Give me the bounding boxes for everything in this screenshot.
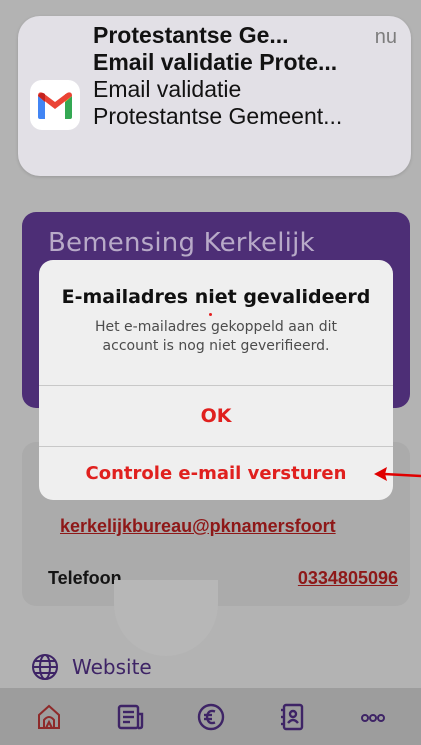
notification-time: nu: [374, 26, 397, 48]
email-link[interactable]: kerkelijkbureau@pknamersfoort: [60, 516, 410, 537]
app-screen: Bemensing Kerkelijk kerkelijkbureau@pkna…: [0, 0, 421, 745]
tab-bar: [0, 688, 421, 745]
push-notification[interactable]: Protestantse Ge... Email validatie Prote…: [18, 16, 411, 176]
tab-more[interactable]: [353, 697, 393, 737]
website-link[interactable]: Website: [30, 652, 152, 682]
red-dot-marker: [209, 313, 212, 316]
website-label: Website: [72, 655, 152, 679]
background-shape: [114, 580, 218, 656]
notification-app-icon: [30, 80, 80, 130]
euro-icon: [197, 703, 224, 730]
alert-message: Het e-mailadres gekoppeld aan dit accoun…: [94, 319, 338, 354]
ok-button[interactable]: OK: [39, 386, 393, 446]
notification-text: Protestantse Ge... Email validatie Prote…: [93, 22, 398, 130]
church-card-title: Bemensing Kerkelijk: [48, 228, 315, 258]
send-verification-email-button[interactable]: Controle e-mail versturen: [39, 447, 393, 500]
notification-sender: Protestantse Ge...: [93, 22, 289, 48]
tab-giving[interactable]: [191, 697, 231, 737]
tab-news[interactable]: [110, 697, 150, 737]
contacts-icon: [280, 703, 303, 730]
phone-label: Telefoon: [48, 568, 122, 588]
notification-body-line-2: Protestantse Gemeent...: [93, 103, 343, 129]
gmail-icon: [38, 92, 72, 119]
home-icon: [37, 704, 60, 729]
news-icon: [117, 704, 143, 729]
tab-home[interactable]: [29, 697, 69, 737]
globe-icon: [32, 654, 58, 680]
alert-dialog: E-mailadres niet gevalideerd Het e-maila…: [39, 260, 393, 500]
annotation-arrow-icon: [374, 467, 421, 481]
alert-title: E-mailadres niet gevalideerd: [61, 286, 371, 308]
phone-link[interactable]: 0334805096: [298, 568, 398, 589]
notification-body-line-1: Email validatie: [93, 76, 242, 102]
more-icon: [360, 713, 385, 722]
notification-subject: Email validatie Prote...: [93, 49, 338, 75]
tab-contacts[interactable]: [272, 697, 312, 737]
